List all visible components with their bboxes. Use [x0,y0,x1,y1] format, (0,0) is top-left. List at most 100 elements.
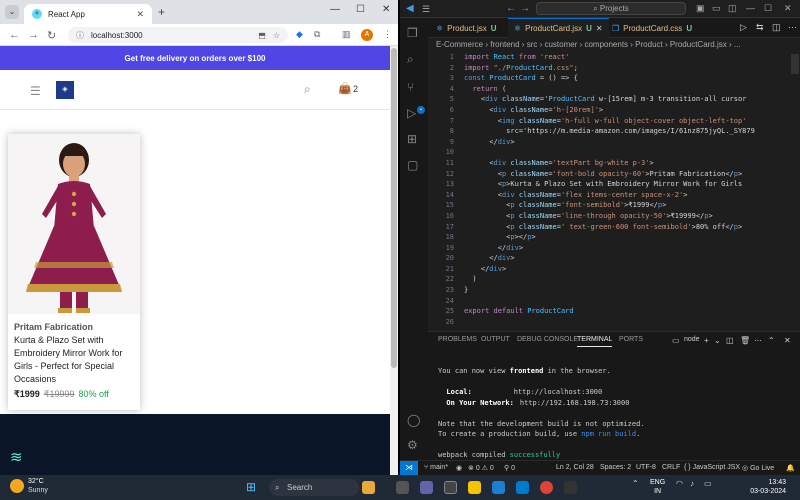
menu-dots-icon[interactable]: ⋮ [383,29,392,40]
tab-product-jsx[interactable]: ⚛ Product.jsx U [430,18,503,38]
toggle-sidebar-icon[interactable]: ◫ [728,3,737,14]
code-line[interactable]: return ( [464,84,790,95]
code-line[interactable]: ) [464,274,790,285]
clock[interactable]: 13:43 03-03-2024 [738,478,786,496]
account-icon[interactable]: ◯ [407,413,420,427]
chevron-down-icon[interactable]: ⌄ [714,336,721,345]
terminal-app-icon[interactable] [444,481,457,494]
terminal-output[interactable]: You can now view frontend in the browser… [438,366,788,471]
windows-start-icon[interactable]: ⊞ [246,480,256,494]
bookmark-star-icon[interactable]: ☆ [273,31,280,40]
weather-desc[interactable]: Sunny [28,487,48,494]
code-line[interactable]: <img className='h-full w-full object-cov… [464,116,790,127]
run-debug-icon[interactable]: ▷ [407,106,416,120]
sun-icon[interactable] [10,479,24,493]
maximize-panel-icon[interactable]: ⌃ [768,336,775,345]
go-live-button[interactable]: ◎ Go Live [742,464,774,472]
more-actions-icon[interactable]: ⋯ [754,336,762,345]
code-line[interactable]: </div> [464,243,790,254]
address-bar[interactable]: ⓘ localhost:3000 ⬒ ☆ [68,27,288,43]
taskbar-search[interactable]: ⌕ Search [269,479,359,496]
extensions-icon[interactable]: ⊞ [407,132,417,146]
trash-icon[interactable]: 🗑 [740,336,750,345]
minimap-slider[interactable] [791,54,799,74]
code-line[interactable]: const ProductCard = () => { [464,73,790,84]
code-line[interactable] [464,296,790,307]
new-terminal-icon[interactable]: + [704,336,709,345]
extension-icon[interactable]: ◆ [296,29,303,40]
minimap[interactable] [790,52,800,331]
weather-temp[interactable]: 32°C [28,478,44,485]
minimize-icon[interactable]: — [746,3,755,13]
tray-overflow-icon[interactable]: ⌃ [632,479,639,488]
code-line[interactable]: <p className=' text-green-600 font-semib… [464,222,790,233]
code-line[interactable]: <div className='textPart bg-white p-3'> [464,158,790,169]
language-mode[interactable]: { } JavaScript JSX [684,464,740,471]
notifications-bell-icon[interactable]: 🔔 [786,464,795,472]
code-line[interactable]: <p className='font-bold opacity-60'>Prit… [464,169,790,180]
battery-icon[interactable]: ▭ [704,479,712,488]
explorer-icon[interactable]: ❐ [407,26,418,40]
extensions-puzzle-icon[interactable]: ⧉ [314,29,320,40]
panel-tab-terminal[interactable]: TERMINAL [577,336,613,347]
line-ending[interactable]: CRLF [662,464,680,471]
split-editor-icon[interactable]: ◫ [772,22,781,33]
site-info-icon[interactable]: ⓘ [76,30,84,41]
product-image[interactable] [8,134,140,314]
code-line[interactable]: import "./ProductCard.css"; [464,63,790,74]
water-wave-icon[interactable]: ≋ [10,448,23,466]
errors-warnings[interactable]: ⊗ 0 ⚠ 0 [468,464,494,472]
cursor-position[interactable]: Ln 2, Col 28 [556,464,594,471]
more-actions-icon[interactable]: ⋯ [788,22,797,33]
encoding[interactable]: UTF-8 [636,464,656,471]
code-line[interactable]: <p className='font-semibold'>₹1999</p> [464,200,790,211]
panel-tab-debug-console[interactable]: DEBUG CONSOLE [517,336,578,343]
code-line[interactable]: <div className='flex items-center space-… [464,190,790,201]
code-line[interactable]: </div> [464,253,790,264]
nav-forward-icon[interactable]: → [520,3,530,14]
language-indicator[interactable]: ENG IN [650,478,665,496]
reload-icon[interactable]: ↻ [47,29,56,42]
code-line[interactable]: src='https://m.media-amazon.com/images/I… [464,126,790,137]
product-card[interactable]: Pritam Fabrication Kurta & Plazo Set wit… [8,134,140,410]
task-view-icon[interactable] [396,481,409,494]
remote-icon[interactable]: ⋊ [400,461,418,475]
sync-icon[interactable]: ◉ [456,464,462,472]
terminal-shell-label[interactable]: node [684,336,700,343]
tab-search-icon[interactable]: ⌄ [5,5,19,19]
vscode-taskbar-icon[interactable] [516,481,529,494]
code-line[interactable]: <p></p> [464,232,790,243]
panel-tab-output[interactable]: OUTPUT [481,336,510,343]
wifi-icon[interactable]: ◠ [676,479,683,488]
code-editor[interactable]: 1 2 3 4 5 6 7 8 9 10 11 12 13 14 15 16 17 18 19 20 21 22 23 24 2… [428,52,790,331]
source-control-icon[interactable]: ⑂ [407,80,414,94]
close-icon[interactable]: ✕ [596,24,603,33]
branch-icon[interactable]: ⑂ main* [424,464,448,471]
menu-icon[interactable]: ☰ [422,4,430,15]
minimize-icon[interactable]: — [330,4,340,15]
store-icon[interactable] [564,481,577,494]
code-line[interactable]: <p className='line-through opacity-50'>₹… [464,211,790,222]
code-line[interactable]: <div className='ProductCard w-[15rem] m-… [464,94,790,105]
back-icon[interactable]: ← [9,29,20,41]
search-icon[interactable]: ⌕ [407,52,414,67]
code-line[interactable] [464,317,790,328]
panel-tab-ports[interactable]: PORTS [619,336,643,343]
code-line[interactable]: </div> [464,264,790,275]
compare-icon[interactable]: ⇆ [756,22,764,33]
url-text[interactable]: localhost:3000 [91,31,251,40]
teams-icon[interactable] [420,481,433,494]
profile-avatar[interactable]: A [361,29,373,41]
settings-gear-icon[interactable]: ⚙ [407,438,418,452]
maximize-icon[interactable]: ☐ [764,3,772,14]
scrollbar-thumb[interactable] [391,48,397,368]
indentation[interactable]: Spaces: 2 [600,464,631,471]
toggle-panel-icon[interactable]: ▭ [712,3,721,14]
breadcrumb[interactable]: E-Commerce › frontend › src › customer ›… [428,38,800,52]
site-logo[interactable]: ◈ [56,81,74,99]
maximize-icon[interactable]: ☐ [356,4,365,15]
code-line[interactable]: <p>Kurta & Plazo Set with Embroidery Mir… [464,179,790,190]
edge-icon[interactable] [492,481,505,494]
close-panel-icon[interactable]: ✕ [784,336,791,345]
widgets-app-icon[interactable] [362,481,375,494]
